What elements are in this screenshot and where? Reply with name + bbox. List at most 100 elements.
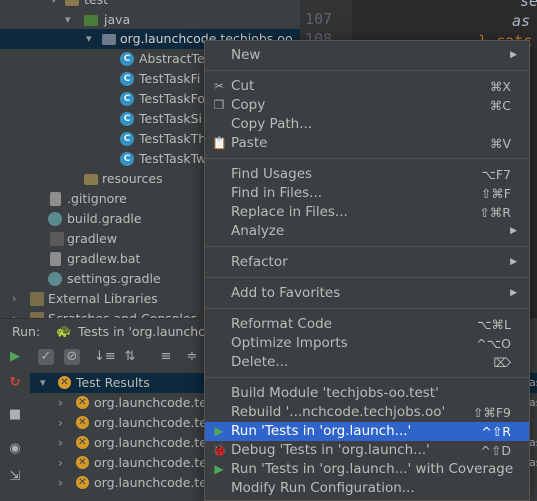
tree-item-label: TestTaskFi [139,71,201,86]
debug-icon: 🐞 [212,443,227,457]
code-line: as [512,12,531,30]
warning-icon: ✕ [76,416,89,429]
submenu-arrow-icon: ▶ [510,50,517,60]
class-icon: C [120,72,134,86]
folder-icon [84,174,98,185]
stop-icon[interactable]: ■ [7,407,23,423]
menu-item-copy-path[interactable]: Copy Path... [205,115,529,134]
rerun-icon[interactable]: ▶ [7,349,23,365]
test-row-label: org.launchcode.te [94,395,207,410]
rerun-failed-icon[interactable]: ↻ [7,375,23,391]
menu-item-replace-in-files[interactable]: Replace in Files... ⇧⌘R [205,203,529,222]
chevron-right-icon[interactable]: › [58,453,63,473]
tree-item-label: settings.gradle [67,271,161,286]
chevron-right-icon[interactable]: › [58,413,63,433]
tree-item-label: java [104,12,131,27]
chevron-down-icon[interactable]: ▾ [65,10,71,30]
menu-item-refactor[interactable]: Refactor ▶ [205,253,529,272]
console-text: as [529,376,537,389]
console-text: as [529,436,537,449]
tree-item-java[interactable]: ▾ java [0,10,300,30]
tree-item-label: TestTaskFo [139,91,205,106]
chevron-right-icon[interactable]: › [58,473,63,493]
submenu-arrow-icon: ▶ [510,226,517,236]
menu-item-delete[interactable]: Delete... ⌦ [205,353,529,372]
chevron-right-icon[interactable]: › [58,393,63,413]
code-line: se [520,0,537,10]
scissors-icon: ✂ [213,79,225,93]
eye-icon[interactable]: ◉ [7,441,23,457]
test-row-label: org.launchcode.te [94,435,207,450]
chevron-right-icon[interactable]: › [58,433,63,453]
file-icon [50,192,61,206]
menu-item-find-usages[interactable]: Find Usages ⌥F7 [205,165,529,184]
test-results-label: Test Results [76,375,150,390]
tree-item-label: gradlew.bat [67,251,141,266]
menu-separator [205,70,529,71]
warning-icon: ✕ [76,456,89,469]
export-icon[interactable]: ⇲ [7,469,23,485]
copy-icon: ❐ [213,98,225,112]
sort-duration-icon[interactable]: ⇅ [122,349,138,365]
warning-icon: ✕ [76,436,89,449]
run-tab-title[interactable]: Tests in 'org.launchco [78,324,213,339]
submenu-arrow-icon: ▶ [510,288,517,298]
menu-separator [205,158,529,159]
menu-separator [205,277,529,278]
collapse-all-icon[interactable]: ≑ [184,349,200,365]
menu-item-debug-tests[interactable]: 🐞 Debug 'Tests in 'org.launch...' ^⇧D [205,441,529,460]
terminal-icon [50,232,64,246]
class-icon: C [120,152,134,166]
menu-item-build-module[interactable]: Build Module 'techjobs-oo.test' [205,384,529,403]
class-icon: C [120,92,134,106]
line-number: 107 [305,10,333,28]
menu-separator [205,377,529,378]
chevron-down-icon[interactable]: ▾ [51,0,57,10]
run-icon: ▶ [214,424,224,438]
warning-icon: ✕ [76,476,89,489]
gradle-icon [48,212,62,226]
tree-item-label: TestTaskTh [139,131,207,146]
tree-item-label: test [84,0,108,10]
menu-item-cut[interactable]: ✂ Cut ⌘X [205,77,529,96]
chevron-down-icon[interactable]: ▾ [86,29,92,49]
menu-item-find-in-files[interactable]: Find in Files... ⇧⌘F [205,184,529,203]
menu-item-analyze[interactable]: Analyze ▶ [205,222,529,241]
menu-item-run-with-coverage[interactable]: ▶ Run 'Tests in 'org.launch...' with Cov… [205,460,529,479]
class-icon: C [120,112,134,126]
menu-item-modify-run-config[interactable]: Modify Run Configuration... [205,479,529,498]
console-text: as [529,396,537,409]
expand-all-icon[interactable]: ≡ [158,349,174,365]
menu-item-copy[interactable]: ❐ Copy ⌘C [205,96,529,115]
run-side-toolbar: ▶ ↻ ■ ◉ ⇲ [0,343,31,499]
menu-item-run-tests[interactable]: ▶ Run 'Tests in 'org.launch...' ^⇧R [205,422,529,441]
file-icon [50,252,61,266]
tree-item-label: resources [102,171,163,186]
menu-item-paste[interactable]: 📋 Paste ⌘V [205,134,529,153]
show-passed-icon[interactable]: ✓ [38,349,54,365]
menu-item-add-to-favorites[interactable]: Add to Favorites ▶ [205,284,529,303]
tree-item-label: TestTaskSi [139,111,203,126]
tree-item-test[interactable]: ▾ test [0,0,300,10]
menu-item-new[interactable]: New ▶ [205,46,529,65]
menu-item-optimize-imports[interactable]: Optimize Imports ^⌥O [205,334,529,353]
context-menu: New ▶ ✂ Cut ⌘X ❐ Copy ⌘C Copy Path... 📋 … [204,40,530,501]
libraries-icon [30,292,44,306]
submenu-arrow-icon: ▶ [510,257,517,267]
run-tab-label: Run: [12,324,41,339]
warning-icon: ✕ [76,396,89,409]
class-icon: C [120,52,134,66]
coverage-icon: ▶ [214,462,224,476]
show-ignored-icon[interactable]: ⊘ [64,349,80,365]
sort-alpha-icon[interactable]: ↓≡ [94,349,116,365]
gradle-icon [48,272,62,286]
tab-icon: 🐢 [56,323,72,338]
class-icon: C [120,132,134,146]
menu-item-rebuild[interactable]: Rebuild '...nchcode.techjobs.oo' ⇧⌘F9 [205,403,529,422]
chevron-right-icon[interactable]: › [12,289,16,309]
tree-item-label: TestTaskTw [139,151,207,166]
chevron-down-icon[interactable]: ▾ [40,373,46,393]
test-row-label: org.launchcode.te [94,475,207,490]
test-row-label: org.launchcode.te [94,455,207,470]
menu-item-reformat-code[interactable]: Reformat Code ⌥⌘L [205,315,529,334]
